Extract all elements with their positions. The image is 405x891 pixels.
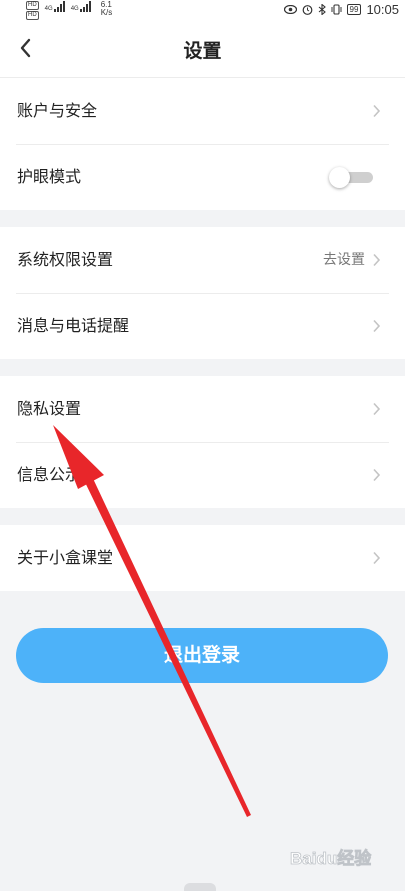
settings-item-about[interactable]: 关于小盒课堂: [0, 525, 405, 591]
signal-icon: [79, 1, 91, 12]
chevron-right-icon: [373, 468, 381, 482]
hd-badge: HD: [26, 11, 39, 20]
settings-item-message-call-reminder[interactable]: 消息与电话提醒: [0, 293, 405, 359]
settings-item-label: 关于小盒课堂: [17, 548, 114, 567]
network-type-label: 4G: [44, 6, 53, 12]
nav-header: 设置: [0, 20, 405, 78]
settings-group-account: 账户与安全 护眼模式: [0, 78, 405, 210]
settings-item-label: 护眼模式: [17, 167, 82, 186]
watermark-text: Baidu经验: [290, 848, 372, 868]
network-indicators: HD HD 4G 4G 6.1 K/s: [26, 1, 112, 20]
network-speed: 6.1 K/s: [101, 1, 113, 17]
hd-badge: HD: [26, 1, 39, 10]
logout-button[interactable]: 退出登录: [16, 628, 388, 683]
battery-level: 99: [346, 4, 362, 15]
bluetooth-icon: [318, 4, 326, 15]
alarm-icon: [302, 5, 312, 15]
status-right: 99 10:05: [283, 2, 399, 17]
bottom-scroll-indicator: [184, 883, 216, 891]
chevron-right-icon: [373, 104, 381, 118]
settings-item-eye-protection: 护眼模式: [0, 144, 405, 210]
eye-protection-toggle[interactable]: [329, 167, 375, 188]
chevron-right-icon: [373, 551, 381, 565]
eye-icon: [283, 5, 297, 14]
settings-item-label: 消息与电话提醒: [17, 316, 130, 335]
settings-item-info-disclosure[interactable]: 信息公示: [0, 442, 405, 508]
chevron-right-icon: [373, 319, 381, 333]
status-bar: HD HD 4G 4G 6.1 K/s 99 10:05: [0, 0, 405, 20]
chevron-right-icon: [373, 253, 381, 267]
settings-item-account-security[interactable]: 账户与安全: [0, 78, 405, 144]
page-title: 设置: [183, 40, 222, 62]
settings-group-privacy: 隐私设置 信息公示: [0, 376, 405, 508]
vibrate-icon: [331, 4, 342, 15]
network-speed-unit: K/s: [100, 8, 113, 17]
toggle-knob: [329, 167, 350, 188]
settings-item-label: 信息公示: [17, 465, 82, 484]
settings-item-privacy[interactable]: 隐私设置: [0, 376, 405, 442]
signal-icon: [53, 1, 65, 12]
go-settings-link: 去设置: [323, 252, 365, 268]
baidu-watermark-logo: Baidu经验: [290, 845, 385, 871]
clock: 10:05: [366, 2, 399, 17]
settings-group-system: 系统权限设置 去设置 消息与电话提醒: [0, 227, 405, 359]
settings-group-about: 关于小盒课堂: [0, 525, 405, 591]
network-type-label: 4G: [70, 6, 79, 12]
chevron-right-icon: [373, 402, 381, 416]
settings-item-label: 系统权限设置: [17, 250, 114, 269]
settings-item-label: 账户与安全: [17, 101, 98, 120]
settings-item-system-permissions[interactable]: 系统权限设置 去设置: [0, 227, 405, 293]
settings-item-label: 隐私设置: [17, 399, 82, 418]
